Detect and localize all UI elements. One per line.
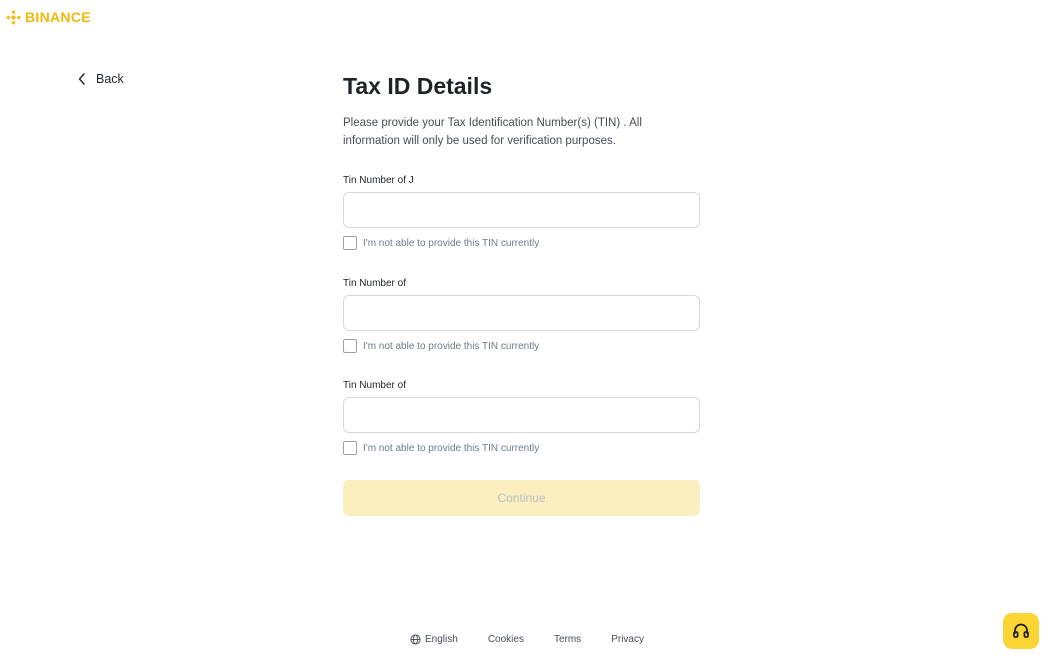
tin-unavailable-label: I'm not able to provide this TIN current… bbox=[363, 237, 540, 249]
tax-id-form: Tax ID Details Please provide your Tax I… bbox=[343, 72, 700, 516]
tin-input-1[interactable] bbox=[343, 192, 700, 228]
chevron-left-icon bbox=[78, 73, 85, 85]
headset-icon bbox=[1013, 623, 1029, 638]
footer-link-terms[interactable]: Terms bbox=[554, 634, 581, 645]
continue-button[interactable]: Continue bbox=[343, 480, 700, 516]
page-description: Please provide your Tax Identification N… bbox=[343, 117, 642, 147]
tin-input-3[interactable] bbox=[343, 397, 700, 433]
back-link[interactable]: Back bbox=[78, 72, 124, 86]
tin-field-label: Tin Number of bbox=[343, 278, 406, 289]
tin-unavailable-checkbox[interactable] bbox=[343, 441, 357, 455]
tin-unavailable-checkbox[interactable] bbox=[343, 236, 357, 250]
support-chat-button[interactable] bbox=[1003, 613, 1039, 649]
language-selector[interactable]: English bbox=[410, 634, 458, 645]
language-label: English bbox=[425, 634, 458, 645]
tin-unavailable-row[interactable]: I'm not able to provide this TIN current… bbox=[343, 236, 700, 250]
tin-unavailable-label: I'm not able to provide this TIN current… bbox=[363, 442, 540, 454]
footer-link-cookies[interactable]: Cookies bbox=[488, 634, 524, 645]
tin-unavailable-label: I'm not able to provide this TIN current… bbox=[363, 340, 540, 352]
globe-icon bbox=[410, 634, 421, 645]
tin-field-1: Tin Number of J I'm not able to provide … bbox=[343, 175, 700, 250]
tin-unavailable-checkbox[interactable] bbox=[343, 339, 357, 353]
binance-logo[interactable]: BINANCE bbox=[6, 9, 91, 25]
tin-field-label: Tin Number of bbox=[343, 380, 406, 391]
tin-unavailable-row[interactable]: I'm not able to provide this TIN current… bbox=[343, 339, 700, 353]
binance-logo-icon bbox=[6, 9, 21, 25]
brand-name: BINANCE bbox=[25, 9, 91, 25]
page-title: Tax ID Details bbox=[343, 73, 493, 99]
footer-link-privacy[interactable]: Privacy bbox=[611, 634, 644, 645]
back-label: Back bbox=[96, 72, 124, 86]
tin-field-3: Tin Number of I'm not able to provide th… bbox=[343, 380, 700, 455]
tin-unavailable-row[interactable]: I'm not able to provide this TIN current… bbox=[343, 441, 700, 455]
tin-field-2: Tin Number of I'm not able to provide th… bbox=[343, 278, 700, 353]
tin-field-label: Tin Number of J bbox=[343, 175, 414, 186]
footer: English Cookies Terms Privacy bbox=[0, 634, 1048, 645]
tin-input-2[interactable] bbox=[343, 295, 700, 331]
